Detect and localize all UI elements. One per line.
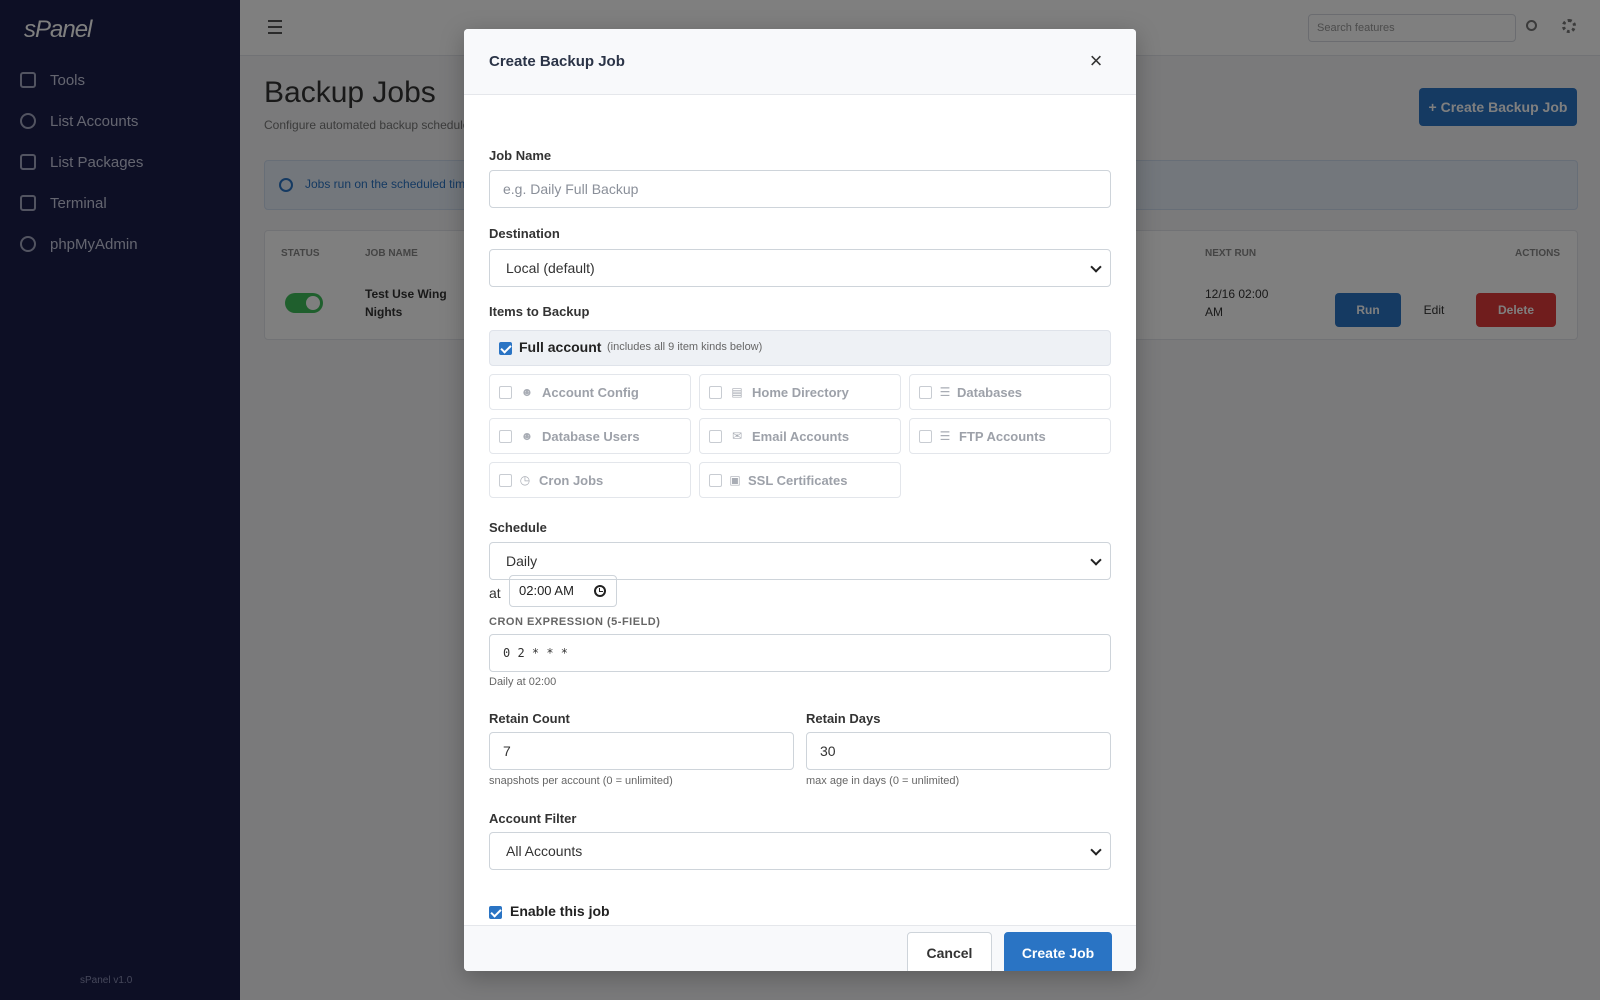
schedule-label: Schedule — [489, 520, 547, 535]
cron-expression-input[interactable]: 0 2 * * * — [489, 634, 1111, 672]
retain-days-help: max age in days (0 = unlimited) — [806, 775, 960, 787]
full-account-checkbox[interactable] — [499, 342, 512, 355]
close-icon[interactable]: × — [1084, 49, 1108, 73]
item-checkbox[interactable] — [499, 474, 512, 487]
full-account-option[interactable]: Full account (includes all 9 item kinds … — [489, 330, 1111, 366]
modal-title: Create Backup Job — [489, 53, 625, 70]
destination-select[interactable]: Local (default) — [489, 249, 1111, 287]
modal-body: Job Name e.g. Daily Full Backup Destinat… — [464, 96, 1136, 925]
cron-expression-label: CRON EXPRESSION (5-FIELD) — [489, 616, 661, 628]
item-checkbox[interactable] — [919, 430, 932, 443]
lock-icon: ▣ — [729, 473, 741, 487]
user-gear-icon: ☻ — [520, 429, 534, 443]
item-ftp-accounts[interactable]: ☰ FTP Accounts — [909, 418, 1111, 454]
item-label: Cron Jobs — [539, 473, 604, 488]
create-backup-job-modal: Create Backup Job × Job Name e.g. Daily … — [464, 29, 1136, 971]
full-account-label: Full account — [519, 339, 602, 355]
envelope-icon: ✉ — [731, 429, 743, 443]
item-account-config[interactable]: ☻ Account Config — [489, 374, 691, 410]
item-label: SSL Certificates — [748, 473, 848, 488]
database-icon: ☰ — [939, 385, 951, 399]
item-label: Databases — [957, 385, 1023, 400]
server-icon: ☰ — [939, 429, 951, 443]
user-gear-icon: ☻ — [520, 385, 534, 399]
enable-job-label: Enable this job — [510, 903, 610, 919]
item-home-directory[interactable]: ▤ Home Directory — [699, 374, 901, 410]
items-to-backup-label: Items to Backup — [489, 304, 590, 319]
item-email-accounts[interactable]: ✉ Email Accounts — [699, 418, 901, 454]
retain-days-label: Retain Days — [806, 711, 881, 726]
time-value: 02:00 AM — [519, 583, 574, 598]
retain-count-label: Retain Count — [489, 711, 570, 726]
destination-label: Destination — [489, 226, 560, 241]
item-database-users[interactable]: ☻ Database Users — [489, 418, 691, 454]
time-input[interactable]: 02:00 AM — [509, 575, 617, 607]
item-databases[interactable]: ☰ Databases — [909, 374, 1111, 410]
create-job-button[interactable]: Create Job — [1004, 932, 1112, 971]
retain-count-help: snapshots per account (0 = unlimited) — [489, 775, 673, 787]
job-name-label: Job Name — [489, 148, 552, 163]
retain-days-input[interactable]: 30 — [806, 732, 1111, 770]
retain-count-input[interactable]: 7 — [489, 732, 794, 770]
cancel-button[interactable]: Cancel — [907, 932, 992, 971]
item-ssl-certificates[interactable]: ▣ SSL Certificates — [699, 462, 901, 498]
item-label: Home Directory — [752, 385, 849, 400]
account-filter-select[interactable]: All Accounts — [489, 832, 1111, 870]
item-label: Account Config — [542, 385, 639, 400]
item-label: Email Accounts — [752, 429, 850, 444]
cron-help-text: Daily at 02:00 — [489, 676, 557, 688]
job-name-input[interactable]: e.g. Daily Full Backup — [489, 170, 1111, 208]
item-label: FTP Accounts — [959, 429, 1046, 444]
modal-footer: Cancel Create Job — [464, 925, 1136, 971]
clock-icon[interactable] — [594, 585, 606, 597]
modal-header: Create Backup Job × — [464, 29, 1136, 95]
item-checkbox[interactable] — [709, 430, 722, 443]
clock-icon: ◷ — [519, 473, 531, 487]
item-cron-jobs[interactable]: ◷ Cron Jobs — [489, 462, 691, 498]
item-checkbox[interactable] — [919, 386, 932, 399]
item-label: Database Users — [542, 429, 640, 444]
item-checkbox[interactable] — [499, 386, 512, 399]
folder-icon: ▤ — [731, 385, 743, 399]
full-account-hint: (includes all 9 item kinds below) — [607, 341, 763, 353]
at-label: at — [489, 585, 501, 601]
account-filter-label: Account Filter — [489, 811, 577, 826]
item-checkbox[interactable] — [499, 430, 512, 443]
item-checkbox[interactable] — [709, 386, 722, 399]
enable-job-checkbox[interactable] — [489, 906, 502, 919]
item-checkbox[interactable] — [709, 474, 722, 487]
